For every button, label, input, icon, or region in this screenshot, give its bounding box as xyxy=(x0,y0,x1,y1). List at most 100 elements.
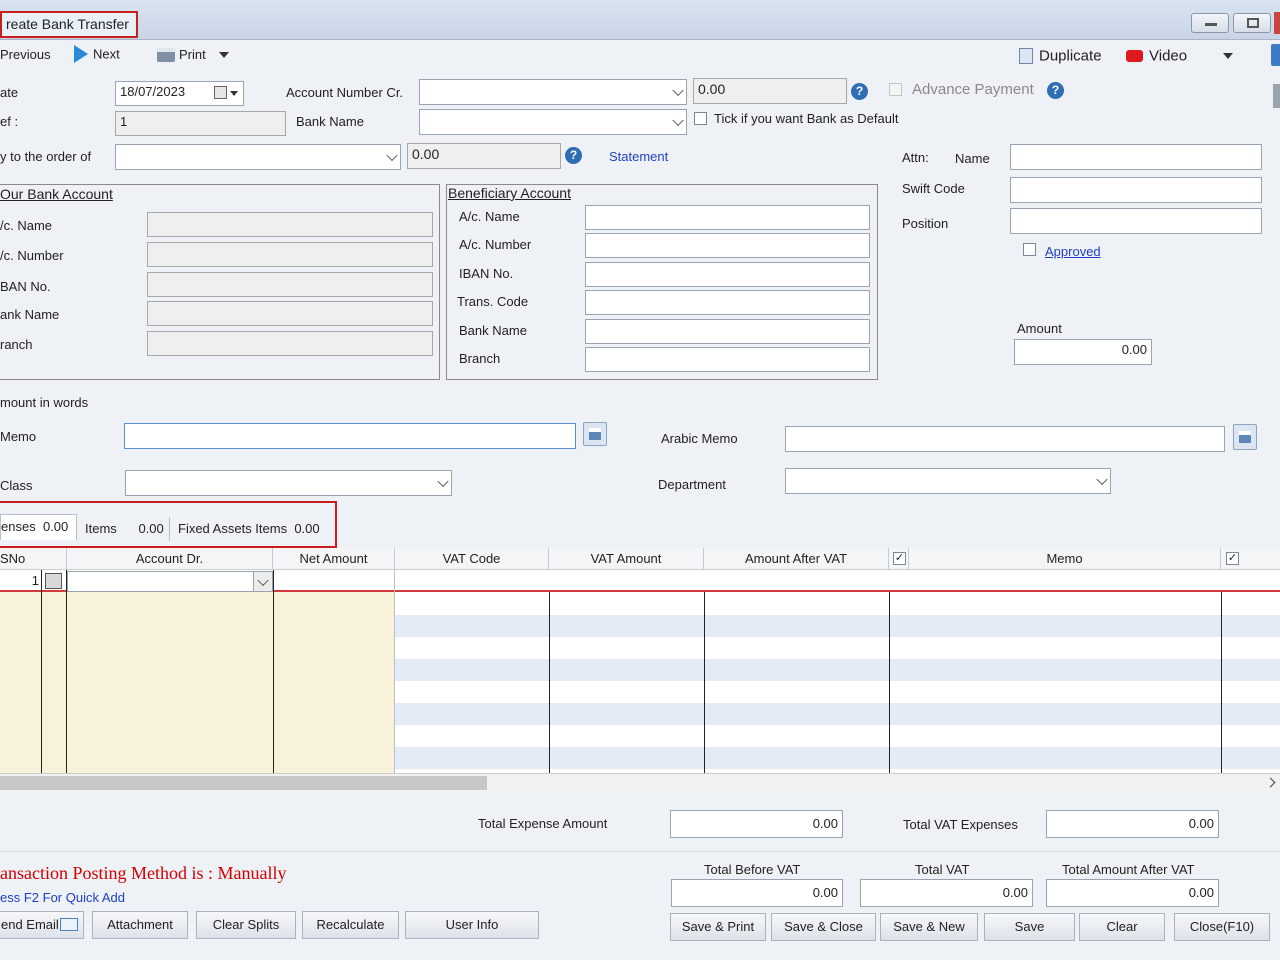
row-lookup-icon[interactable] xyxy=(45,573,62,589)
beneficiary-field-input[interactable] xyxy=(585,205,870,230)
beneficiary-field-input[interactable] xyxy=(585,290,870,315)
save-new-button[interactable]: Save & New xyxy=(880,913,978,941)
bank-name-combo[interactable] xyxy=(419,109,687,135)
amount-label: Amount xyxy=(1017,321,1062,336)
account-number-combo[interactable] xyxy=(419,79,687,105)
date-value: 18/07/2023 xyxy=(120,84,186,99)
close-button[interactable]: Close(F10) xyxy=(1174,913,1270,941)
arabic-memo-input[interactable] xyxy=(785,426,1225,452)
scrollbar-thumb[interactable] xyxy=(0,776,487,790)
side-scroll-icon[interactable] xyxy=(1273,84,1280,108)
beneficiary-field-label: Branch xyxy=(459,351,501,366)
swift-code-input[interactable] xyxy=(1010,177,1262,203)
totals-separator xyxy=(0,851,1280,852)
print-button[interactable]: Print xyxy=(157,46,230,63)
close-window-edge[interactable] xyxy=(1274,12,1280,34)
grid-divider xyxy=(273,570,274,773)
our-bank-field-label: ranch xyxy=(0,337,33,352)
amount-input[interactable]: 0.00 xyxy=(1014,339,1152,365)
tab-fixed-assets[interactable]: Fixed Assets Items 0.00 xyxy=(174,517,332,541)
class-label: Class xyxy=(0,478,33,493)
beneficiary-account-title: Beneficiary Account xyxy=(448,185,571,201)
col-vat-code[interactable]: VAT Code xyxy=(395,548,549,570)
col-account-dr[interactable]: Account Dr. xyxy=(67,548,273,570)
col-net-amount[interactable]: Net Amount xyxy=(273,548,395,570)
next-label: Next xyxy=(93,46,120,62)
advance-payment-checkbox[interactable] xyxy=(889,83,902,96)
statement-link[interactable]: Statement xyxy=(609,149,668,164)
bank-default-label: Tick if you want Bank as Default xyxy=(714,111,899,126)
calendar-icon[interactable] xyxy=(214,86,227,99)
grid-row-stripe xyxy=(395,747,1280,769)
chevron-down-icon xyxy=(257,574,269,586)
our-bank-field-input xyxy=(147,242,433,267)
our-bank-field-label: /c. Number xyxy=(0,248,64,263)
horizontal-scrollbar[interactable] xyxy=(0,773,1280,792)
department-combo[interactable] xyxy=(785,468,1111,494)
tab-expenses[interactable]: enses 0.00 xyxy=(0,514,77,540)
user-info-button[interactable]: User Info xyxy=(405,911,539,939)
col-vat-amount[interactable]: VAT Amount xyxy=(549,548,704,570)
arabic-memo-save-icon[interactable] xyxy=(1233,424,1257,450)
send-email-button[interactable]: end Email xyxy=(0,911,84,939)
save-button[interactable]: Save xyxy=(984,913,1075,941)
account-dr-dropdown-button[interactable] xyxy=(253,572,272,591)
date-picker[interactable]: 18/07/2023 xyxy=(115,81,244,106)
approved-checkbox[interactable] xyxy=(1023,243,1036,256)
previous-button[interactable]: Previous xyxy=(0,47,51,62)
next-button[interactable]: Next xyxy=(74,45,120,65)
account-dr-combo[interactable] xyxy=(67,571,273,592)
date-label: ate xyxy=(0,85,19,100)
chevron-down-icon xyxy=(386,149,398,162)
beneficiary-field-input[interactable] xyxy=(585,262,870,287)
help-icon[interactable]: ? xyxy=(565,147,582,164)
tab-items-value: 0.00 xyxy=(138,521,164,536)
beneficiary-field-input[interactable] xyxy=(585,233,870,258)
more-chevron-icon[interactable] xyxy=(1223,53,1233,59)
total-before-vat-label: Total Before VAT xyxy=(704,862,801,877)
maximize-button[interactable] xyxy=(1233,13,1271,33)
side-panel-icon[interactable] xyxy=(1271,44,1280,66)
clear-button[interactable]: Clear xyxy=(1079,913,1165,941)
envelope-icon xyxy=(60,918,78,931)
recalculate-button[interactable]: Recalculate xyxy=(302,911,399,939)
col-sno[interactable]: SNo xyxy=(0,548,67,570)
bank-default-checkbox[interactable] xyxy=(694,112,707,125)
chevron-right-icon[interactable] xyxy=(1265,777,1276,788)
attachment-button[interactable]: Attachment xyxy=(92,911,188,939)
beneficiary-field-input[interactable] xyxy=(585,319,870,344)
memo-save-icon[interactable] xyxy=(583,422,607,446)
amount-in-words-label: mount in words xyxy=(0,395,89,410)
class-combo[interactable] xyxy=(125,470,452,496)
col-memo[interactable]: Memo xyxy=(909,548,1221,570)
chevron-down-icon xyxy=(1096,473,1108,486)
beneficiary-field-input[interactable] xyxy=(585,347,870,372)
column-checkbox[interactable]: ✓ xyxy=(893,552,906,565)
column-checkbox[interactable]: ✓ xyxy=(1226,552,1239,565)
duplicate-button[interactable]: Duplicate xyxy=(1019,47,1102,65)
pay-to-combo[interactable] xyxy=(115,144,401,170)
grid-divider xyxy=(66,570,67,773)
our-bank-field-input xyxy=(147,272,433,297)
position-input[interactable] xyxy=(1010,208,1262,234)
video-button[interactable]: Video xyxy=(1126,47,1187,65)
beneficiary-field-label: Bank Name xyxy=(459,323,527,338)
tab-items-label: Items xyxy=(85,521,117,536)
help-icon[interactable]: ? xyxy=(851,83,868,100)
chevron-down-icon xyxy=(672,84,684,97)
col-amount-after-vat[interactable]: Amount After VAT xyxy=(704,548,889,570)
memo-input[interactable] xyxy=(124,423,576,449)
total-after-vat-field: 0.00 xyxy=(1046,879,1219,907)
help-icon[interactable]: ? xyxy=(1047,82,1064,99)
maximize-icon xyxy=(1247,18,1259,28)
attn-name-input[interactable] xyxy=(1010,144,1262,170)
tab-expenses-label: enses xyxy=(1,519,36,534)
save-print-button[interactable]: Save & Print xyxy=(670,913,766,941)
minimize-button[interactable] xyxy=(1191,13,1229,33)
chevron-down-icon[interactable] xyxy=(230,91,238,96)
save-close-button[interactable]: Save & Close xyxy=(771,913,876,941)
clear-splits-button[interactable]: Clear Splits xyxy=(196,911,296,939)
print-label: Print xyxy=(179,47,206,63)
tab-items[interactable]: Items 0.00 xyxy=(80,517,170,541)
send-email-label: end Email xyxy=(1,917,59,932)
